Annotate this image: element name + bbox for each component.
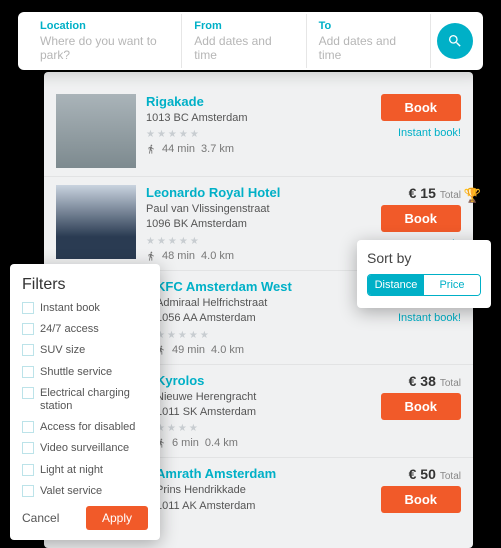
filter-item[interactable]: SUV size xyxy=(22,344,148,357)
to-field[interactable]: To Add dates and time xyxy=(307,14,431,68)
result-title[interactable]: Kyrolos xyxy=(156,373,365,388)
to-label: To xyxy=(319,20,418,32)
filter-item[interactable]: Light at night xyxy=(22,464,148,477)
result-address-2: 1011 AK Amsterdam xyxy=(156,499,365,514)
checkbox-icon[interactable] xyxy=(22,366,34,378)
filter-item[interactable]: Shuttle service xyxy=(22,366,148,379)
filter-item[interactable]: Electrical charging station xyxy=(22,387,148,413)
checkbox-icon[interactable] xyxy=(22,387,34,399)
result-walk: 6 min xyxy=(172,437,199,449)
result-address-2: 1056 AA Amsterdam xyxy=(156,311,365,326)
sort-price[interactable]: Price xyxy=(424,275,480,295)
checkbox-icon[interactable] xyxy=(22,344,34,356)
result-distance: 4.0 km xyxy=(211,344,244,356)
trophy-icon: 🏆 xyxy=(464,187,481,204)
book-button[interactable]: Book xyxy=(381,393,462,420)
filter-item[interactable]: Video surveillance xyxy=(22,442,148,455)
from-field[interactable]: From Add dates and time xyxy=(182,14,306,68)
result-address-1: Prins Hendrikkade xyxy=(156,483,365,498)
filters-title: Filters xyxy=(22,276,148,294)
walk-icon xyxy=(146,144,156,154)
sort-title: Sort by xyxy=(367,250,481,266)
checkbox-icon[interactable] xyxy=(22,485,34,497)
result-title[interactable]: Amrath Amsterdam xyxy=(156,466,365,481)
book-button[interactable]: Book xyxy=(381,205,462,232)
result-distance: 0.4 km xyxy=(205,437,238,449)
filter-item[interactable]: Valet service xyxy=(22,485,148,498)
checkbox-icon[interactable] xyxy=(22,323,34,335)
result-meta: 49 min 4.0 km xyxy=(156,344,365,356)
location-field[interactable]: Location Where do you want to park? xyxy=(28,14,182,68)
result-title[interactable]: Rigakade xyxy=(146,94,365,109)
result-stars: ★★★★★ xyxy=(156,330,365,341)
filter-item[interactable]: 24/7 access xyxy=(22,323,148,336)
checkbox-icon[interactable] xyxy=(22,421,34,433)
result-price: € 15Total xyxy=(409,185,461,201)
filter-item[interactable]: Access for disabled xyxy=(22,421,148,434)
sort-toggle[interactable]: Distance Price xyxy=(367,274,481,296)
result-address-2: 1011 SK Amsterdam xyxy=(156,405,365,420)
result-meta: 44 min 3.7 km xyxy=(146,143,365,155)
result-title[interactable]: KFC Amsterdam West xyxy=(156,279,365,294)
result-card[interactable]: Rigakade 1013 BC Amsterdam ★★★★★ 44 min … xyxy=(44,86,473,177)
result-meta: 48 min 4.0 km xyxy=(146,250,365,262)
result-address-1: Paul van Vlissingenstraat xyxy=(146,202,365,217)
result-stars: ★★★★ xyxy=(156,423,365,434)
result-distance: 3.7 km xyxy=(201,143,234,155)
result-distance: 4.0 km xyxy=(201,250,234,262)
location-placeholder: Where do you want to park? xyxy=(40,34,169,62)
search-bar: Location Where do you want to park? From… xyxy=(18,12,483,70)
sort-distance[interactable]: Distance xyxy=(368,275,424,295)
result-thumbnail xyxy=(56,94,136,168)
book-button[interactable]: Book xyxy=(381,94,462,121)
result-walk: 48 min xyxy=(162,250,195,262)
result-stars: ★★★★★ xyxy=(146,236,365,247)
result-walk: 49 min xyxy=(172,344,205,356)
result-address-2: 1013 BC Amsterdam xyxy=(146,111,365,126)
to-placeholder: Add dates and time xyxy=(319,34,418,62)
from-placeholder: Add dates and time xyxy=(194,34,293,62)
checkbox-icon[interactable] xyxy=(22,302,34,314)
sort-panel: Sort by Distance Price xyxy=(357,240,491,308)
result-thumbnail xyxy=(56,185,136,259)
search-button[interactable] xyxy=(437,23,473,59)
result-address-2: 1096 BK Amsterdam xyxy=(146,217,365,232)
result-address-1: Admiraal Helfrichstraat xyxy=(156,296,365,311)
from-label: From xyxy=(194,20,293,32)
result-stars: ★★★★★ xyxy=(146,129,365,140)
filter-item[interactable]: Instant book xyxy=(22,302,148,315)
walk-icon xyxy=(146,251,156,261)
result-title[interactable]: Leonardo Royal Hotel xyxy=(146,185,365,200)
result-address-1: Nieuwe Herengracht xyxy=(156,390,365,405)
location-label: Location xyxy=(40,20,169,32)
filters-panel: Filters Instant book 24/7 access SUV siz… xyxy=(10,264,160,540)
filters-apply-button[interactable]: Apply xyxy=(86,506,148,530)
checkbox-icon[interactable] xyxy=(22,442,34,454)
result-price: € 38Total xyxy=(409,373,461,389)
result-meta: 6 min 0.4 km xyxy=(156,437,365,449)
instant-book-label: Instant book! xyxy=(398,312,461,324)
instant-book-label: Instant book! xyxy=(398,127,461,139)
checkbox-icon[interactable] xyxy=(22,464,34,476)
search-icon xyxy=(447,33,463,49)
filters-cancel[interactable]: Cancel xyxy=(22,511,59,525)
result-price: € 50Total xyxy=(409,466,461,482)
result-walk: 44 min xyxy=(162,143,195,155)
